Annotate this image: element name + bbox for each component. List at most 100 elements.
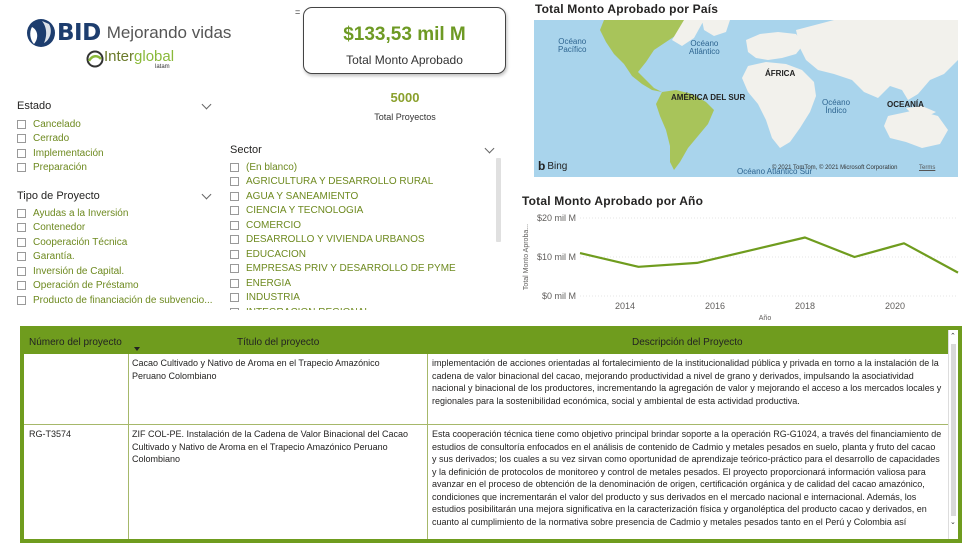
bing-logo: b Bing: [538, 159, 567, 173]
checkbox[interactable]: [17, 208, 26, 218]
map-label-oceania: OCEANÍA: [887, 100, 924, 109]
interglobal-icon: [86, 50, 104, 68]
sector-scrollbar[interactable]: [496, 158, 501, 242]
sector-option[interactable]: INDUSTRIA: [230, 291, 492, 306]
estado-option[interactable]: Preparación: [17, 161, 214, 176]
scroll-up-icon[interactable]: ⌃: [950, 332, 956, 340]
world-map-graphic: [534, 20, 958, 177]
tipo-option[interactable]: Contenedor: [17, 221, 217, 236]
checkbox[interactable]: [17, 134, 26, 144]
tipo-slicer: Tipo de Proyecto Ayudas a la Inversión Co…: [17, 189, 217, 308]
estado-option[interactable]: Cerrado: [17, 132, 214, 147]
map-label-indico: Océano Índico: [822, 98, 851, 116]
checkbox[interactable]: [17, 237, 26, 247]
sector-option[interactable]: DESARROLLO Y VIVIENDA URBANOS: [230, 233, 492, 248]
series-line[interactable]: [579, 236, 959, 274]
map-terms-link[interactable]: Terms: [919, 165, 935, 171]
checkbox[interactable]: [230, 206, 239, 216]
table-scrollbar[interactable]: ⌃ ⌄: [948, 330, 958, 539]
tipo-option[interactable]: Ayudas a la Inversión: [17, 206, 217, 221]
tipo-option[interactable]: Producto de financiación de subvencio...: [17, 293, 217, 308]
bid-name: BID: [57, 20, 101, 46]
sector-option[interactable]: AGRICULTURA Y DESARROLLO RURAL: [230, 175, 492, 190]
map-label-pacifico: Océano Pacífico: [558, 37, 587, 55]
tipo-option-label: Garantía.: [33, 251, 75, 263]
sector-option-label: AGRICULTURA Y DESARROLLO RURAL: [246, 176, 434, 188]
header-titulo[interactable]: Título del proyecto: [237, 337, 319, 348]
checkbox[interactable]: [17, 119, 26, 129]
sector-option[interactable]: AGUA Y SANEAMIENTO: [230, 189, 492, 204]
estado-option[interactable]: Implementación: [17, 146, 214, 161]
x-tick-label: 2016: [705, 301, 725, 311]
checkbox[interactable]: [230, 235, 239, 245]
country-map[interactable]: Océano Pacífico Océano Atlántico ÁFRICA …: [534, 20, 958, 177]
scroll-down-icon[interactable]: ⌄: [950, 518, 956, 526]
line-chart[interactable]: $0 mil M $10 mil M $20 mil M 2014 2016 2018 20…: [518, 208, 968, 323]
sector-option[interactable]: EDUCACION: [230, 247, 492, 262]
map-label-atlantico: Océano Atlántico: [689, 39, 720, 57]
row2-titulo: ZIF COL-PE. Instalación de la Cadena de …: [132, 429, 408, 464]
interglobal-sub: latam: [155, 64, 170, 70]
tipo-option[interactable]: Garantía.: [17, 250, 217, 265]
tipo-option[interactable]: Inversión de Capital.: [17, 264, 217, 279]
sector-option[interactable]: (En blanco): [230, 160, 492, 175]
checkbox[interactable]: [230, 307, 239, 310]
checkbox[interactable]: [17, 266, 26, 276]
sector-option-label: EDUCACION: [246, 248, 307, 260]
tipo-option[interactable]: Cooperación Técnica: [17, 235, 217, 250]
tipo-option-label: Cooperación Técnica: [33, 236, 128, 248]
x-axis-title: Año: [759, 315, 772, 322]
column-divider: [427, 354, 428, 539]
y-tick-label: $0 mil M: [542, 291, 576, 301]
sector-option[interactable]: INTEGRACION REGIONAL: [230, 305, 492, 310]
sector-option[interactable]: ENERGIA: [230, 276, 492, 291]
sector-option[interactable]: EMPRESAS PRIV Y DESARROLLO DE PYME: [230, 262, 492, 277]
sort-desc-icon[interactable]: [134, 347, 140, 351]
tipo-option-label: Inversión de Capital.: [33, 265, 125, 277]
checkbox[interactable]: [17, 281, 26, 291]
table-scroll-thumb[interactable]: [951, 344, 956, 516]
proyectos-kpi-label: Total Proyectos: [374, 112, 436, 122]
row2-numero: RG-T3574: [29, 429, 72, 439]
sector-option[interactable]: CIENCIA Y TECNOLOGIA: [230, 204, 492, 219]
sector-option-label: COMERCIO: [246, 219, 301, 231]
sector-option[interactable]: COMERCIO: [230, 218, 492, 233]
interglobal-name: Interglobal: [104, 49, 174, 64]
checkbox[interactable]: [230, 162, 239, 172]
checkbox[interactable]: [230, 191, 239, 201]
tipo-option[interactable]: Operación de Préstamo: [17, 279, 217, 294]
estado-option[interactable]: Cancelado: [17, 117, 214, 132]
sector-option-label: EMPRESAS PRIV Y DESARROLLO DE PYME: [246, 263, 456, 275]
checkbox[interactable]: [230, 177, 239, 187]
interglobal-logo: Interglobal latam: [86, 49, 174, 70]
header-descripcion[interactable]: Descripción del Proyecto: [632, 337, 743, 348]
partner-name-b: global: [134, 48, 175, 65]
header-numero[interactable]: Número del proyecto: [29, 337, 122, 348]
bing-label: Bing: [547, 160, 568, 172]
checkbox[interactable]: [230, 293, 239, 303]
checkbox[interactable]: [17, 223, 26, 233]
sector-option-label: CIENCIA Y TECNOLOGIA: [246, 205, 364, 217]
table-header: Número del proyecto Título del proyecto …: [24, 330, 958, 354]
tipo-options: Ayudas a la Inversión Contenedor Cooperaci…: [17, 206, 217, 308]
sector-option-label: (En blanco): [246, 161, 298, 173]
line-chart-title: Total Monto Aprobado por Año: [522, 194, 704, 208]
map-title: Total Monto Aprobado por País: [535, 2, 719, 16]
partner-name-a: Inter: [104, 48, 135, 65]
checkbox[interactable]: [230, 278, 239, 288]
sector-option-label: AGUA Y SANEAMIENTO: [246, 190, 359, 202]
sector-slicer: Sector (En blanco) AGRICULTURA Y DESARROL…: [230, 143, 501, 310]
checkbox[interactable]: [17, 295, 26, 305]
checkbox[interactable]: [230, 264, 239, 274]
map-label-america-sur: AMÉRICA DEL SUR: [671, 93, 746, 102]
x-tick-label: 2020: [885, 301, 905, 311]
checkbox[interactable]: [17, 148, 26, 158]
checkbox[interactable]: [17, 252, 26, 262]
sector-option-label: DESARROLLO Y VIVIENDA URBANOS: [246, 234, 425, 246]
estado-option-label: Cancelado: [33, 118, 81, 130]
y-tick-label: $10 mil M: [537, 252, 576, 262]
column-divider: [128, 354, 129, 539]
checkbox[interactable]: [17, 163, 26, 173]
checkbox[interactable]: [230, 249, 239, 259]
checkbox[interactable]: [230, 220, 239, 230]
